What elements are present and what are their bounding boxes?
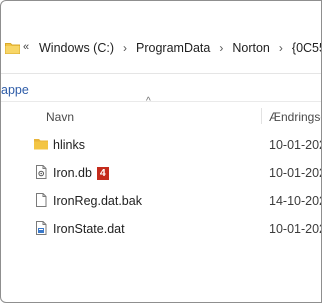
list-item[interactable]: Iron.db 4 10-01-2024 bbox=[1, 160, 321, 186]
notification-badge: 4 bbox=[96, 167, 109, 180]
address-bar[interactable]: « Windows (C:) › ProgramData › Norton › … bbox=[1, 31, 321, 67]
toolbar-divider bbox=[1, 73, 321, 74]
breadcrumb-guid-folder[interactable]: {0C55C096-0 bbox=[292, 41, 321, 55]
file-icon bbox=[33, 192, 49, 208]
file-date: 14-10-2023 bbox=[269, 194, 321, 208]
breadcrumb-overflow-chevron[interactable]: « bbox=[23, 41, 29, 53]
breadcrumb-separator[interactable]: › bbox=[123, 41, 127, 55]
list-item[interactable]: IronReg.dat.bak 14-10-2023 bbox=[1, 188, 321, 214]
breadcrumb-norton[interactable]: Norton bbox=[232, 41, 270, 55]
file-date: 10-01-2024 bbox=[269, 166, 321, 180]
column-header-date-modified[interactable]: Ændringsda bbox=[269, 110, 321, 124]
list-item[interactable]: hlinks 10-01-2024 bbox=[1, 132, 321, 158]
folder-icon bbox=[5, 42, 20, 54]
file-name: Iron.db 4 bbox=[53, 166, 109, 180]
file-name-text: Iron.db bbox=[53, 166, 92, 180]
sort-ascending-icon: ^ bbox=[146, 96, 151, 107]
toolbar-partial-label[interactable]: appe bbox=[1, 83, 29, 97]
file-date: 10-01-2024 bbox=[269, 138, 321, 152]
folder-icon bbox=[33, 136, 49, 152]
database-file-icon bbox=[33, 164, 49, 180]
column-divider[interactable] bbox=[261, 108, 262, 124]
data-file-icon bbox=[33, 220, 49, 236]
breadcrumb: Windows (C:) › ProgramData › Norton › {0… bbox=[39, 41, 321, 55]
file-name: hlinks bbox=[53, 138, 85, 152]
file-explorer-window: « Windows (C:) › ProgramData › Norton › … bbox=[0, 0, 322, 303]
breadcrumb-separator[interactable]: › bbox=[279, 41, 283, 55]
column-header-row: ^ Navn Ændringsda bbox=[1, 96, 321, 130]
file-date: 10-01-2024 bbox=[269, 222, 321, 236]
file-name: IronReg.dat.bak bbox=[53, 194, 142, 208]
column-header-name[interactable]: Navn bbox=[46, 110, 74, 124]
list-item[interactable]: IronState.dat 10-01-2024 bbox=[1, 216, 321, 242]
breadcrumb-separator[interactable]: › bbox=[219, 41, 223, 55]
breadcrumb-windows-c[interactable]: Windows (C:) bbox=[39, 41, 114, 55]
breadcrumb-programdata[interactable]: ProgramData bbox=[136, 41, 210, 55]
file-name: IronState.dat bbox=[53, 222, 125, 236]
